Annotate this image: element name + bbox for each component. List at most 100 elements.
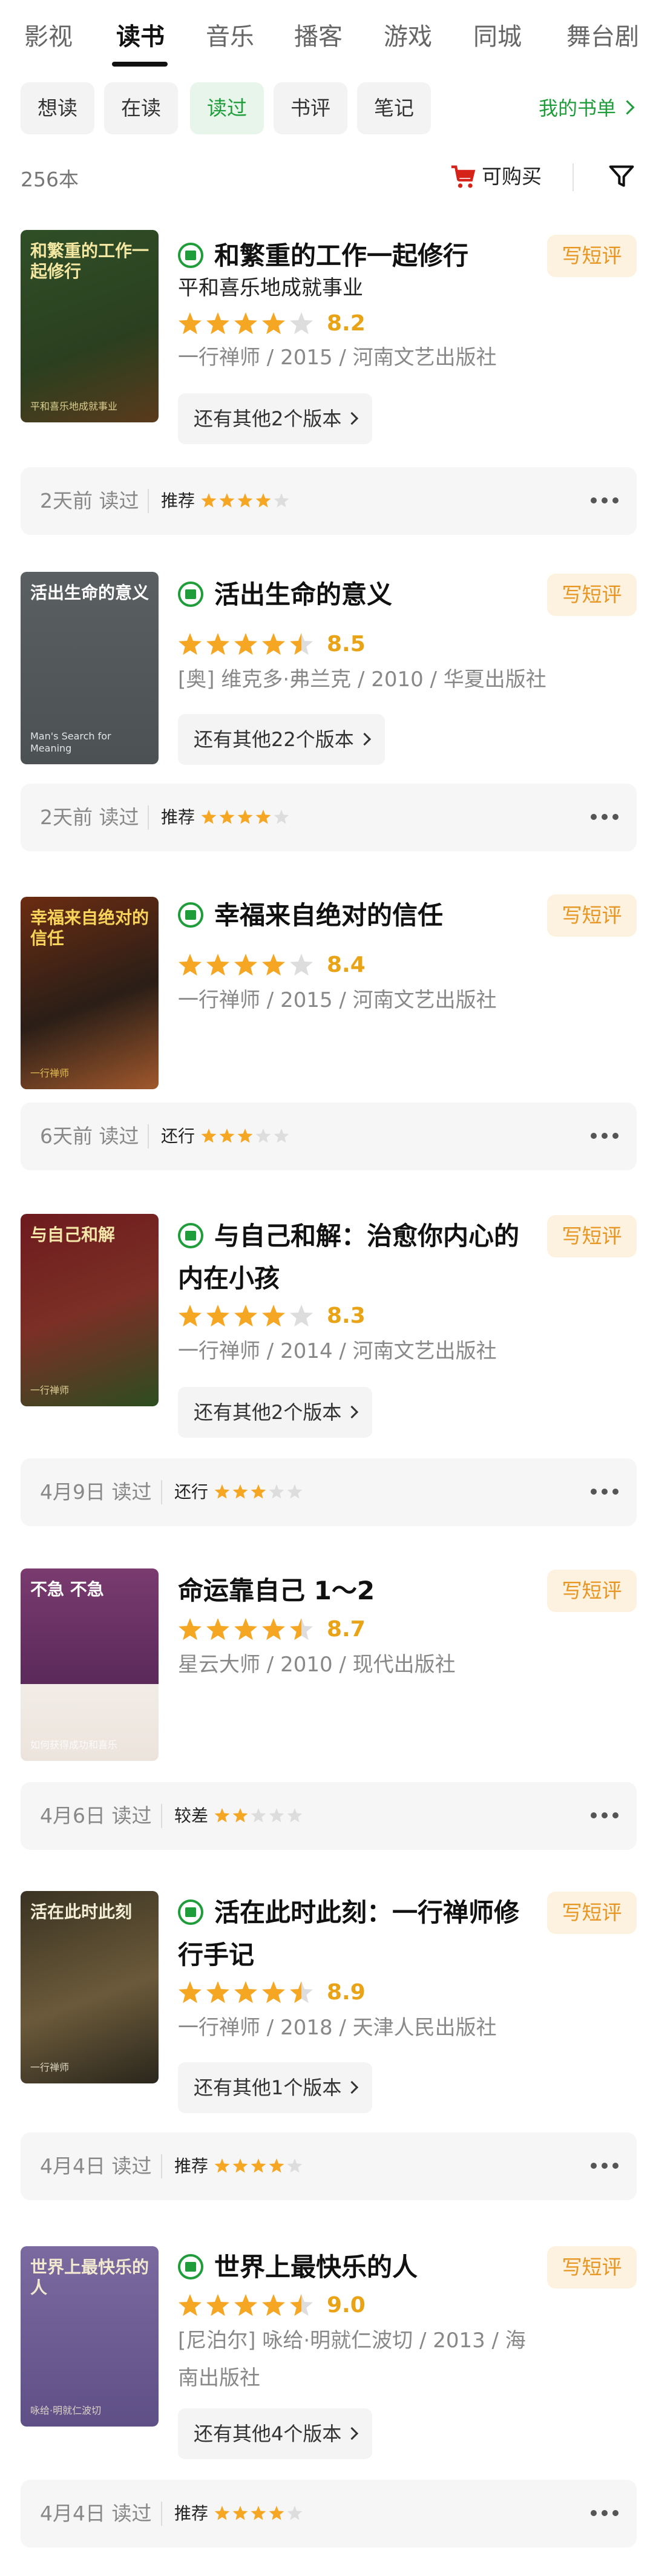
read-record-bar: 4月4日 读过 推荐 [21,2132,637,2200]
tab-music[interactable]: 音乐 [206,17,254,52]
book-cover-title: 世界上最快乐的人 [30,2257,149,2298]
book-cover[interactable]: 活在此时此刻 一行禅师 [21,1891,159,2083]
star-icon [269,2158,284,2173]
write-review-button[interactable]: 写短评 [547,574,637,616]
book-rating: 8.9 [178,1978,366,2007]
dot [591,1812,597,1818]
book-cover[interactable]: 世界上最快乐的人 咏给·明就仁波切 [21,2246,159,2427]
read-time: 6天前 读过 [40,1124,139,1148]
book-title[interactable]: 幸福来自绝对的信任 [178,894,535,937]
star-rating [179,632,313,655]
star-icon [206,312,229,334]
dot [602,1489,608,1495]
filter-notes[interactable]: 笔记 [357,82,431,134]
my-verdict-label: 推荐 [174,2156,209,2176]
star-icon [206,1304,229,1326]
book-cover[interactable]: 活出生命的意义 Man's Search for Meaning [21,572,159,764]
filter-icon[interactable] [608,163,635,190]
star-icon [234,632,257,655]
tab-stage[interactable]: 舞台剧 [566,17,639,52]
tab-podcast[interactable]: 播客 [294,17,343,52]
book-rating: 8.3 [178,1301,366,1330]
my-verdict-label: 还行 [174,1482,209,1502]
star-rating [214,2506,303,2520]
dot [612,1133,619,1139]
other-versions-button[interactable]: 还有其他2个版本 [178,1387,373,1438]
my-booklist-link[interactable]: 我的书单 [539,82,635,134]
read-record-bar: 2天前 读过 推荐 [21,784,637,851]
other-versions-button[interactable]: 还有其他2个版本 [178,393,373,444]
more-options-icon[interactable] [591,814,619,820]
read-record-bar: 2天前 读过 推荐 [21,467,637,535]
dot [602,497,608,503]
filter-reviews[interactable]: 书评 [274,82,347,134]
buyable-filter[interactable]: 可购买 [450,159,542,195]
dot [591,2510,597,2516]
star-icon [287,1484,303,1499]
chevron-right-icon [620,100,635,115]
write-review-button[interactable]: 写短评 [547,235,637,277]
book-cover[interactable]: 与自己和解 一行禅师 [21,1214,159,1406]
write-review-button[interactable]: 写短评 [547,894,637,937]
more-options-icon[interactable] [591,497,619,503]
star-icon [269,2506,284,2520]
book-rating: 8.7 [178,1614,366,1644]
chevron-right-icon [346,2080,359,2094]
rating-score: 8.5 [327,631,366,657]
other-versions-label: 还有其他22个版本 [194,728,354,751]
other-versions-button[interactable]: 还有其他1个版本 [178,2062,373,2113]
dot [591,2163,597,2169]
dot [612,1812,619,1818]
other-versions-label: 还有其他1个版本 [194,2076,342,2099]
star-icon [262,2293,285,2316]
divider [573,163,574,191]
more-options-icon[interactable] [591,1812,619,1818]
write-review-button[interactable]: 写短评 [547,1570,637,1612]
tab-books[interactable]: 读书 [116,17,165,52]
active-tab-indicator [112,62,168,67]
filter-reading[interactable]: 在读 [104,82,178,134]
book-title[interactable]: 世界上最快乐的人 [178,2246,535,2289]
filter-want-to-read[interactable]: 想读 [21,82,94,134]
tab-local[interactable]: 同城 [473,17,522,52]
book-list-page: 影视 读书 音乐 播客 游戏 同城 舞台剧 想读 在读 读过 书评 笔记 我的书… [0,0,653,2576]
dot [612,2510,619,2516]
book-title[interactable]: 活在此时此刻：一行禅师修行手记 [178,1892,535,1976]
book-title-text: 与自己和解：治愈你内心的内在小孩 [178,1221,520,1293]
star-icon [234,953,257,975]
write-review-button[interactable]: 写短评 [547,2246,637,2289]
book-cover[interactable]: 幸福来自绝对的信任 一行禅师 [21,897,159,1089]
more-options-icon[interactable] [591,2510,619,2516]
tab-games[interactable]: 游戏 [384,17,432,52]
star-icon [262,1304,285,1326]
ebook-icon [178,581,203,607]
book-cover[interactable]: 不急 不急 如何获得成功和喜乐 [21,1568,159,1761]
star-icon [179,953,202,975]
write-review-button[interactable]: 写短评 [547,1215,637,1257]
buyable-label: 可购买 [482,165,542,188]
book-title-text: 幸福来自绝对的信任 [214,900,444,930]
more-options-icon[interactable] [591,2163,619,2169]
more-options-icon[interactable] [591,1489,619,1495]
read-time: 4月4日 读过 [40,2154,152,2178]
my-verdict-label: 推荐 [174,2503,209,2523]
book-title[interactable]: 活出生命的意义 [178,574,535,616]
star-icon [269,1484,284,1499]
book-title[interactable]: 命运靠自己 1～2 [178,1570,535,1612]
ebook-icon [178,242,203,268]
filter-read[interactable]: 读过 [190,82,264,134]
chevron-right-icon [346,2427,359,2440]
book-cover[interactable]: 和繁重的工作一起修行 平和喜乐地成就事业 [21,230,159,422]
star-icon [179,632,202,655]
book-title-text: 和繁重的工作一起修行 [214,241,469,270]
divider [148,805,149,830]
other-versions-button[interactable]: 还有其他22个版本 [178,714,385,765]
divider [161,2502,162,2526]
write-review-button[interactable]: 写短评 [547,1892,637,1934]
book-title[interactable]: 与自己和解：治愈你内心的内在小孩 [178,1215,535,1300]
star-icon [179,1981,202,2003]
more-options-icon[interactable] [591,1133,619,1139]
star-icon [269,1808,284,1823]
other-versions-button[interactable]: 还有其他4个版本 [178,2408,373,2459]
tab-movies[interactable]: 影视 [24,17,73,52]
